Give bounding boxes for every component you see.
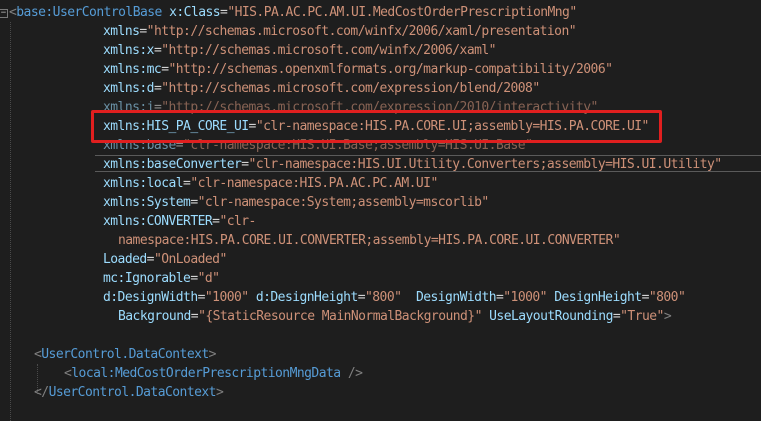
code-token: xmlns:x bbox=[103, 43, 154, 58]
code-token: d:DesignHeight bbox=[255, 290, 358, 305]
code-token: local:MedCostOrderPrescriptionMngData bbox=[71, 366, 341, 381]
code-token: = bbox=[190, 271, 198, 286]
code-token: "True" bbox=[620, 309, 664, 324]
code-line[interactable]: xmlns:d="http://schemas.microsoft.com/ex… bbox=[103, 79, 540, 98]
code-token: base:UserControlBase bbox=[16, 5, 162, 20]
code-token: > bbox=[208, 347, 217, 362]
code-line[interactable]: <base:UserControlBase x:Class="HIS.PA.AC… bbox=[9, 3, 577, 22]
code-line[interactable]: xmlns:local="clr-namespace:HIS.PA.AC.PC.… bbox=[103, 174, 438, 193]
code-line[interactable]: xmlns:CONVERTER="clr- bbox=[103, 212, 256, 231]
highlight-annotation-box bbox=[91, 110, 662, 143]
code-token: "http://schemas.openxmlformats.org/marku… bbox=[168, 62, 613, 77]
code-line[interactable]: mc:Ignorable="d" bbox=[103, 269, 220, 288]
code-token: "1000" bbox=[204, 290, 249, 305]
code-token: = bbox=[641, 290, 650, 305]
code-editor[interactable]: − <base:UserControlBase x:Class="HIS.PA.… bbox=[0, 0, 761, 421]
code-token: > bbox=[663, 309, 672, 324]
code-token: "d" bbox=[197, 271, 220, 286]
code-token: d:DesignWidth bbox=[103, 290, 198, 305]
code-token: xmlns:CONVERTER bbox=[103, 214, 213, 229]
code-token: = bbox=[357, 290, 366, 305]
code-token: DesignHeight bbox=[554, 290, 642, 305]
code-token: = bbox=[241, 157, 249, 172]
code-token: namespace:HIS.PA.CORE.UI.CONVERTER;assem… bbox=[118, 233, 621, 248]
code-token: UseLayoutRounding bbox=[489, 309, 613, 324]
code-token: "1000" bbox=[503, 290, 547, 305]
code-line[interactable]: Loaded="OnLoaded" bbox=[103, 250, 227, 269]
code-token: "OnLoaded" bbox=[153, 252, 227, 267]
code-token: </ bbox=[34, 385, 49, 400]
collapse-toggle-icon[interactable]: − bbox=[0, 9, 8, 18]
code-line[interactable]: xmlns:mc="http://schemas.openxmlformats.… bbox=[103, 60, 613, 79]
code-line[interactable]: namespace:HIS.PA.CORE.UI.CONVERTER;assem… bbox=[118, 231, 621, 250]
code-token: "http://schemas.microsoft.com/winfx/2006… bbox=[146, 24, 577, 39]
code-token: UserControl.DataContext bbox=[41, 347, 209, 362]
code-token: Background bbox=[118, 309, 191, 324]
code-token: = bbox=[146, 252, 155, 267]
code-line[interactable]: xmlns="http://schemas.microsoft.com/winf… bbox=[103, 22, 577, 41]
code-token: "clr- bbox=[219, 214, 256, 229]
code-token: xmlns:d bbox=[103, 81, 154, 96]
code-line[interactable]: xmlns:x="http://schemas.microsoft.com/wi… bbox=[103, 41, 497, 60]
code-token: "800" bbox=[365, 290, 402, 305]
code-token: xmlns:System bbox=[103, 195, 191, 210]
code-line[interactable]: </UserControl.DataContext> bbox=[34, 383, 224, 402]
code-token: "clr-namespace:HIS.UI.Utility.Converters… bbox=[248, 157, 723, 172]
code-token: > bbox=[215, 385, 224, 400]
code-token: "clr-namespace:HIS.PA.AC.PC.AM.UI" bbox=[190, 176, 438, 191]
code-token: = bbox=[190, 195, 198, 210]
code-token: mc:Ignorable bbox=[103, 271, 191, 286]
code-token: = bbox=[139, 24, 147, 39]
code-token: "http://schemas.microsoft.com/winfx/2006… bbox=[161, 43, 496, 58]
code-line[interactable]: <UserControl.DataContext> bbox=[34, 345, 217, 364]
code-line[interactable]: d:DesignWidth="1000" d:DesignHeight="800… bbox=[103, 288, 686, 307]
code-token: DesignWidth bbox=[415, 290, 497, 305]
code-line[interactable]: Background="{StaticResource MainNormalBa… bbox=[118, 307, 672, 326]
code-token: "clr-namespace:System;assembly=mscorlib" bbox=[197, 195, 490, 210]
code-token: xmlns bbox=[103, 24, 140, 39]
code-token: xmlns:baseConverter bbox=[103, 157, 242, 172]
code-token: Loaded bbox=[103, 252, 147, 267]
code-token: "HIS.PA.AC.PC.AM.UI.MedCostOrderPrescrip… bbox=[227, 5, 577, 20]
code-token: "800" bbox=[648, 290, 686, 305]
code-token: = bbox=[197, 290, 206, 305]
code-line[interactable]: <local:MedCostOrderPrescriptionMngData /… bbox=[64, 364, 363, 383]
code-line[interactable]: xmlns:System="clr-namespace:System;assem… bbox=[103, 193, 489, 212]
code-token: = bbox=[190, 309, 199, 324]
code-token: = bbox=[161, 62, 169, 77]
code-line[interactable]: xmlns:baseConverter="clr-namespace:HIS.U… bbox=[103, 155, 722, 174]
code-token: "{StaticResource MainNormalBackground}" bbox=[198, 309, 482, 324]
code-token: UserControl.DataContext bbox=[48, 385, 217, 400]
code-token: xmlns:mc bbox=[103, 62, 162, 77]
code-token: /> bbox=[347, 366, 363, 381]
indent-guide bbox=[10, 22, 11, 421]
code-token: xmlns:local bbox=[103, 176, 184, 191]
code-token: x:Class bbox=[169, 5, 221, 20]
code-token: "http://schemas.microsoft.com/expression… bbox=[161, 81, 540, 96]
